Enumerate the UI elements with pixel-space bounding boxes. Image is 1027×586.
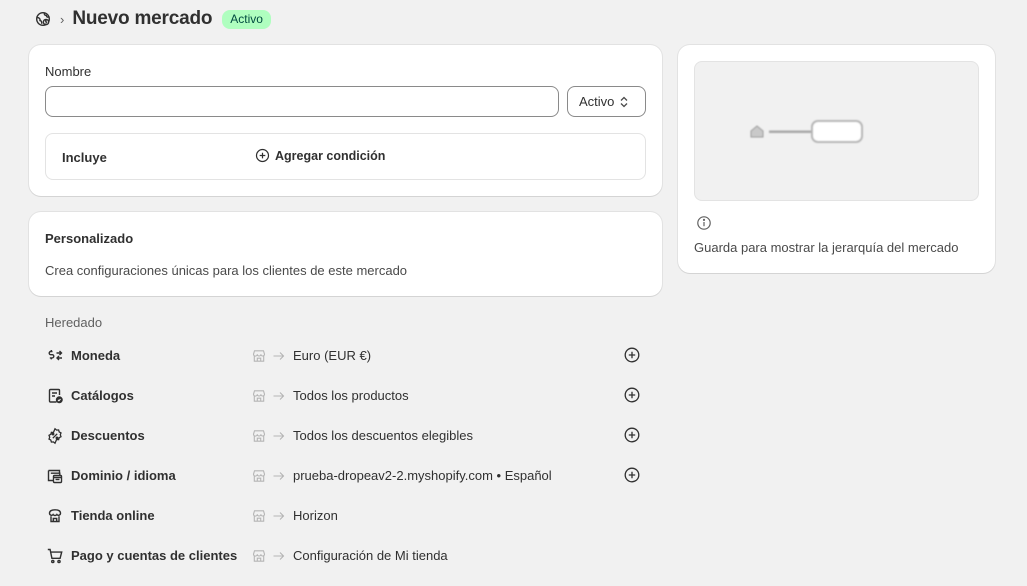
hierarchy-info-text: Guarda para mostrar la jerarquía del mer…	[694, 240, 959, 255]
add-override-button[interactable]	[623, 466, 641, 484]
info-icon	[696, 215, 712, 231]
arrow-right-icon	[272, 468, 286, 484]
row-value: Horizon	[293, 508, 338, 523]
status-select-value: Activo	[579, 94, 615, 109]
inherited-row-discounts[interactable]: Descuentos Todos los descuentos elegible…	[46, 424, 646, 448]
add-override-button[interactable]	[623, 346, 641, 364]
domain-icon	[46, 467, 64, 485]
market-settings-card: Nombre Activo Incluye Agregar condición	[29, 45, 662, 196]
store-icon	[251, 428, 267, 444]
includes-label: Incluye	[62, 150, 107, 165]
plus-circle-icon	[255, 148, 270, 163]
includes-section: Incluye Agregar condición	[45, 133, 646, 180]
status-badge: Activo	[222, 9, 271, 29]
inherited-row-online-store[interactable]: Tienda online Horizon	[46, 504, 646, 528]
market-editor-page: › Nuevo mercado Activo Nombre Activo Inc…	[0, 0, 1027, 586]
arrow-right-icon	[272, 508, 286, 524]
row-value: Todos los descuentos elegibles	[293, 428, 473, 443]
row-value: Euro (EUR €)	[293, 348, 372, 363]
name-label: Nombre	[45, 64, 92, 79]
add-override-button[interactable]	[623, 386, 641, 404]
catalog-icon	[46, 387, 64, 405]
row-name: Catálogos	[71, 388, 134, 403]
currency-exchange-icon	[46, 347, 64, 365]
row-value: Configuración de Mi tienda	[293, 548, 448, 563]
custom-card: Personalizado Crea configuraciones única…	[29, 212, 662, 296]
inherited-row-checkout[interactable]: Pago y cuentas de clientes Configuración…	[46, 544, 646, 568]
custom-title: Personalizado	[45, 231, 134, 246]
arrow-right-icon	[272, 548, 286, 564]
add-condition-label: Agregar condición	[275, 148, 386, 163]
store-icon	[251, 548, 267, 564]
inherited-row-domain[interactable]: Dominio / idioma prueba-dropeav2-2.mysho…	[46, 464, 646, 488]
breadcrumb-chevron-icon: ›	[60, 11, 65, 27]
inherited-heading: Heredado	[45, 315, 103, 330]
row-value: Todos los productos	[293, 388, 409, 403]
name-input[interactable]	[45, 86, 559, 117]
online-store-icon	[46, 507, 64, 525]
arrow-right-icon	[272, 348, 286, 364]
custom-description: Crea configuraciones únicas para los cli…	[45, 263, 408, 278]
row-name: Tienda online	[71, 508, 155, 523]
page-title: Nuevo mercado	[72, 8, 213, 29]
arrow-right-icon	[272, 388, 286, 404]
row-name: Dominio / idioma	[71, 468, 176, 483]
row-name: Pago y cuentas de clientes	[71, 548, 238, 563]
store-icon	[251, 388, 267, 404]
page-header: › Nuevo mercado Activo	[34, 8, 271, 30]
hierarchy-diagram-icon	[750, 120, 863, 143]
inherited-row-catalogs[interactable]: Catálogos Todos los productos	[46, 384, 646, 408]
cart-icon	[46, 547, 64, 565]
row-name: Moneda	[71, 348, 121, 363]
discount-icon	[46, 427, 64, 445]
hierarchy-card: Guarda para mostrar la jerarquía del mer…	[678, 45, 995, 273]
row-value: prueba-dropeav2-2.myshopify.com • Españo…	[293, 468, 552, 483]
arrow-right-icon	[272, 428, 286, 444]
store-icon	[251, 468, 267, 484]
store-icon	[251, 508, 267, 524]
row-name: Descuentos	[71, 428, 145, 443]
chevron-up-down-icon	[619, 96, 629, 108]
markets-globe-icon[interactable]	[34, 10, 52, 28]
store-icon	[251, 348, 267, 364]
status-select[interactable]: Activo	[567, 86, 646, 117]
add-override-button[interactable]	[623, 426, 641, 444]
inherited-row-currency[interactable]: Moneda Euro (EUR €)	[46, 344, 646, 368]
hierarchy-preview	[694, 61, 979, 201]
add-condition-button[interactable]: Agregar condición	[255, 148, 385, 163]
